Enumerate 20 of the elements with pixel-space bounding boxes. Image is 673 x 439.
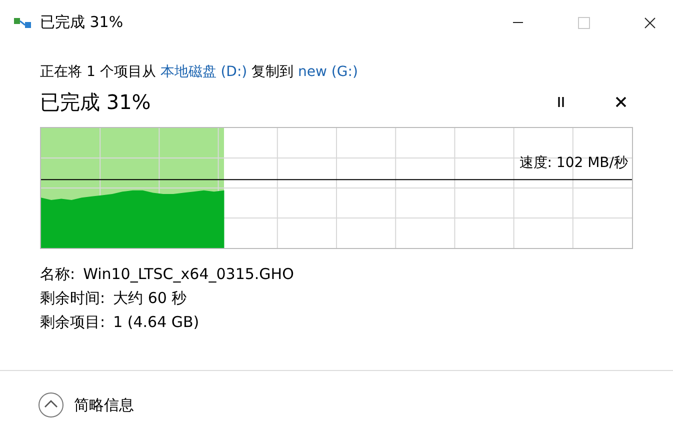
detail-value: 1 (4.64 GB) xyxy=(113,313,200,332)
close-icon xyxy=(644,16,656,28)
chevron-up-icon xyxy=(38,392,64,418)
copy-icon xyxy=(14,16,32,30)
detail-value: 大约 60 秒 xyxy=(113,289,187,308)
window-title: 已完成 31% xyxy=(40,13,124,32)
progress-heading: 已完成 31% xyxy=(40,88,152,116)
copy-description: 正在将 1 个项目从 本地磁盘 (D:) 复制到 new (G:) xyxy=(40,63,359,81)
close-icon xyxy=(615,96,627,108)
destination-link[interactable]: new (G:) xyxy=(298,64,358,80)
source-link[interactable]: 本地磁盘 (D:) xyxy=(160,64,248,80)
minimize-icon xyxy=(513,22,523,23)
maximize-icon xyxy=(578,16,590,28)
detail-label: 剩余时间: xyxy=(40,289,106,308)
details-toggle[interactable]: 简略信息 xyxy=(38,392,134,418)
speed-label: 速度: 102 MB/秒 xyxy=(519,154,628,172)
detail-value: Win10_LTSC_x64_0315.GHO xyxy=(83,265,294,284)
pause-icon xyxy=(555,96,567,108)
detail-label: 剩余项目: xyxy=(40,313,106,332)
detail-label: 名称: xyxy=(40,265,76,284)
